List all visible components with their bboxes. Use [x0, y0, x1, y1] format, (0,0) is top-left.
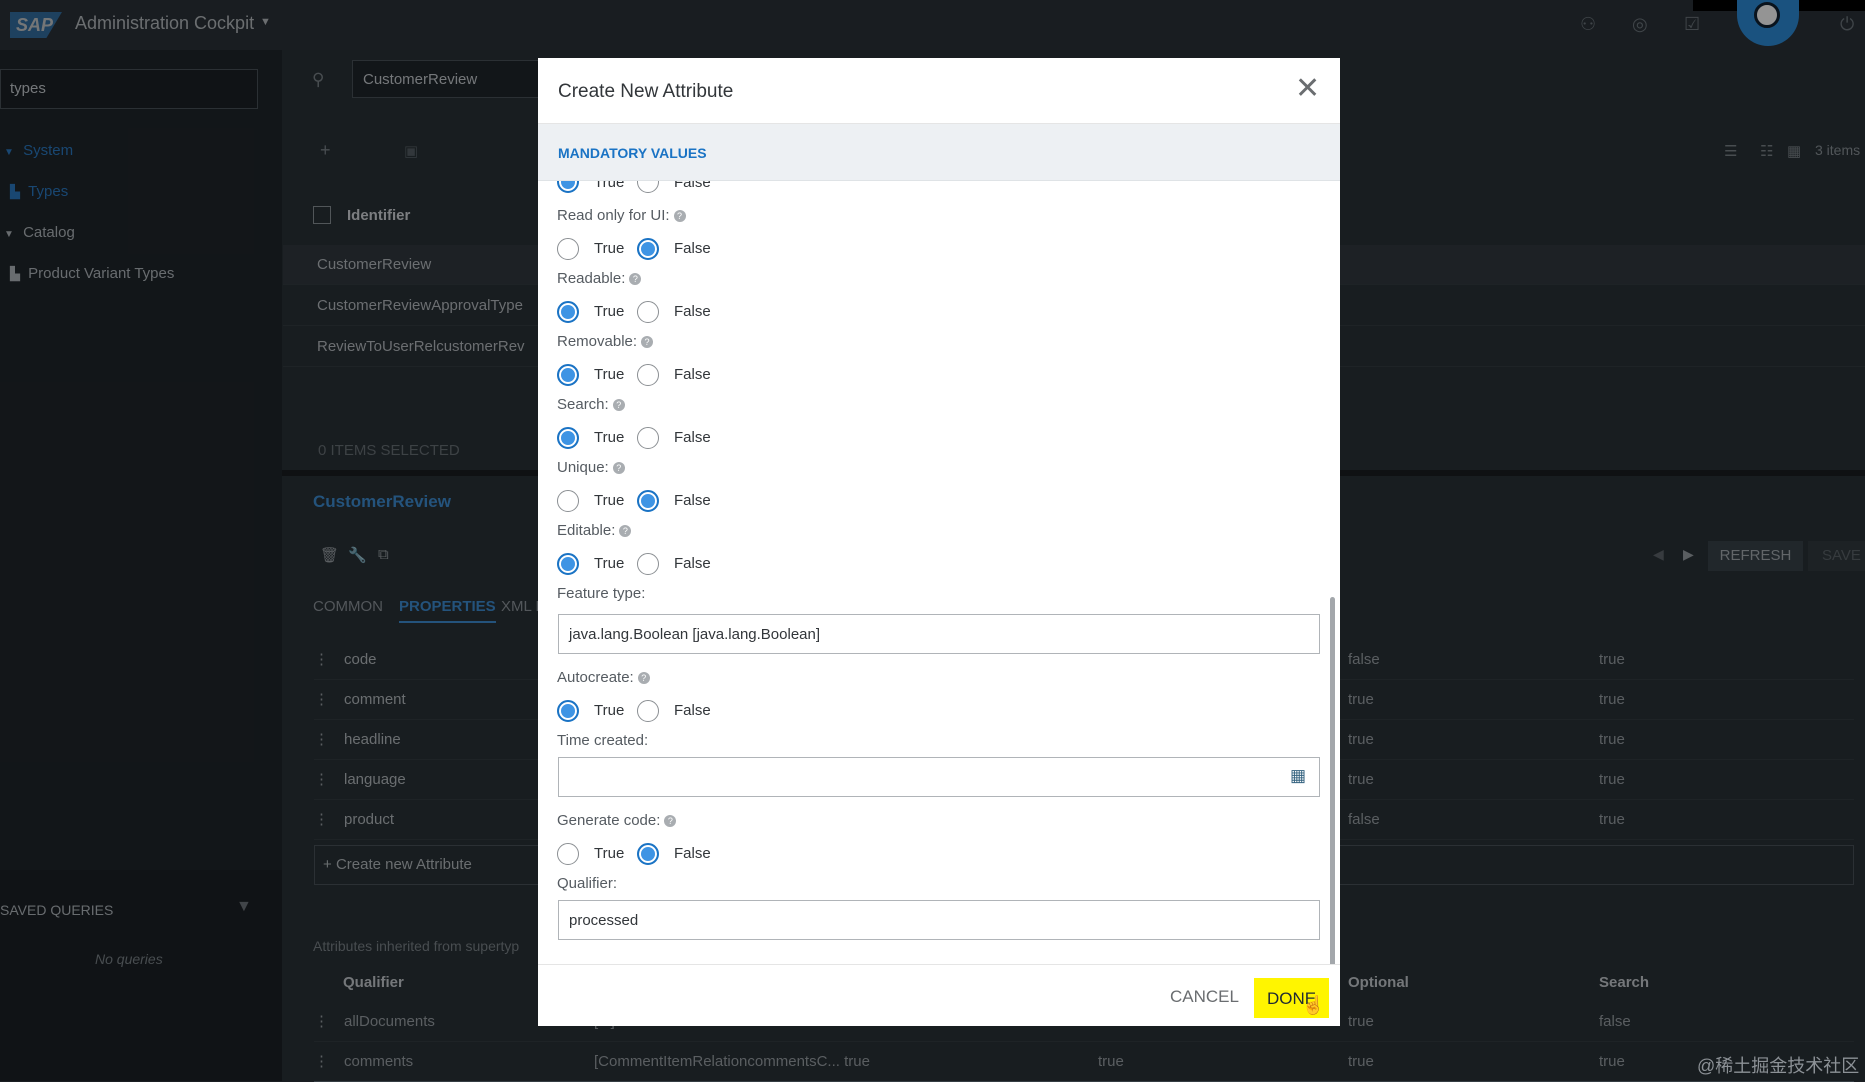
watermark: @稀土掘金技术社区: [1697, 1056, 1860, 1076]
radio-label: True: [594, 555, 625, 572]
generate-code-label: Generate code:?: [557, 812, 677, 829]
field-label: Autocreate:: [557, 669, 634, 686]
editable-false-radio[interactable]: [637, 553, 659, 575]
radio-label: True: [594, 429, 625, 446]
feature-type-label: Feature type:: [557, 585, 646, 602]
readable-false-radio[interactable]: [637, 301, 659, 323]
help-icon[interactable]: ?: [673, 210, 686, 222]
calendar-icon[interactable]: ▦: [1290, 766, 1306, 786]
create-attribute-dialog: Create New Attribute ✕ MANDATORY VALUES …: [538, 58, 1340, 1026]
removable-true-radio[interactable]: [557, 364, 579, 386]
unique-false-radio[interactable]: [637, 490, 659, 512]
help-icon[interactable]: ?: [637, 672, 650, 684]
hand-cursor-icon: ☝: [1302, 995, 1325, 1015]
radio-label: False: [674, 555, 711, 572]
help-icon[interactable]: ?: [612, 462, 625, 474]
removable-false-radio[interactable]: [637, 364, 659, 386]
partial-true-label: True: [594, 181, 625, 191]
radio-label: False: [674, 303, 711, 320]
generate-code-true-radio[interactable]: [557, 843, 579, 865]
autocreate-false-radio[interactable]: [637, 700, 659, 722]
close-icon[interactable]: ✕: [1295, 71, 1320, 106]
radio-label: False: [674, 845, 711, 862]
field-label: Removable:: [557, 333, 638, 350]
help-icon[interactable]: ?: [641, 336, 654, 348]
field-label: Readable:: [557, 270, 626, 287]
radio-label: False: [674, 702, 711, 719]
search-label: Search:?: [557, 396, 625, 413]
dialog-title: Create New Attribute: [558, 81, 734, 102]
time-created-input[interactable]: [558, 757, 1320, 797]
radio-label: False: [674, 240, 711, 257]
radio-label: True: [594, 702, 625, 719]
read-only-ui-label: Read only for UI:?: [557, 207, 686, 224]
partial-false-label: False: [674, 181, 711, 191]
radio-label: True: [594, 492, 625, 509]
autocreate-true-radio[interactable]: [557, 700, 579, 722]
section-label: MANDATORY VALUES: [558, 145, 707, 161]
readable-label: Readable:?: [557, 270, 642, 287]
qualifier-label: Qualifier:: [557, 875, 618, 892]
field-label: Generate code:: [557, 812, 661, 829]
help-icon[interactable]: ?: [629, 273, 642, 285]
dialog-form: True False Read only for UI:? True False…: [538, 181, 1340, 1024]
read-only-ui-false-radio[interactable]: [637, 238, 659, 260]
radio-label: True: [594, 845, 625, 862]
radio-label: False: [674, 366, 711, 383]
editable-true-radio[interactable]: [557, 553, 579, 575]
radio-label: True: [594, 303, 625, 320]
search-true-radio[interactable]: [557, 427, 579, 449]
editable-label: Editable:?: [557, 522, 632, 539]
qualifier-input[interactable]: processed: [558, 900, 1320, 940]
feature-type-input[interactable]: java.lang.Boolean [java.lang.Boolean]: [558, 614, 1320, 654]
generate-code-false-radio[interactable]: [637, 843, 659, 865]
radio-label: False: [674, 429, 711, 446]
partial-true-radio[interactable]: [557, 181, 579, 193]
read-only-ui-true-radio[interactable]: [557, 238, 579, 260]
help-icon[interactable]: ?: [664, 815, 677, 827]
time-created-label: Time created:: [557, 732, 649, 749]
help-icon[interactable]: ?: [612, 399, 625, 411]
dialog-header: Create New Attribute ✕: [538, 58, 1340, 124]
autocreate-label: Autocreate:?: [557, 669, 650, 686]
radio-label: True: [594, 366, 625, 383]
field-label: Editable:: [557, 522, 616, 539]
unique-label: Unique:?: [557, 459, 625, 476]
section-header: MANDATORY VALUES: [538, 124, 1340, 181]
field-label: Search:: [557, 396, 609, 413]
radio-label: False: [674, 492, 711, 509]
help-icon[interactable]: ?: [619, 525, 632, 537]
field-label: Unique:: [557, 459, 609, 476]
partial-false-radio[interactable]: [637, 181, 659, 193]
readable-true-radio[interactable]: [557, 301, 579, 323]
search-false-radio[interactable]: [637, 427, 659, 449]
dialog-scrollbar[interactable]: [1330, 597, 1335, 1024]
cancel-button[interactable]: CANCEL: [1170, 987, 1239, 1007]
radio-label: True: [594, 240, 625, 257]
unique-true-radio[interactable]: [557, 490, 579, 512]
removable-label: Removable:?: [557, 333, 654, 350]
field-label: Read only for UI:: [557, 207, 670, 224]
